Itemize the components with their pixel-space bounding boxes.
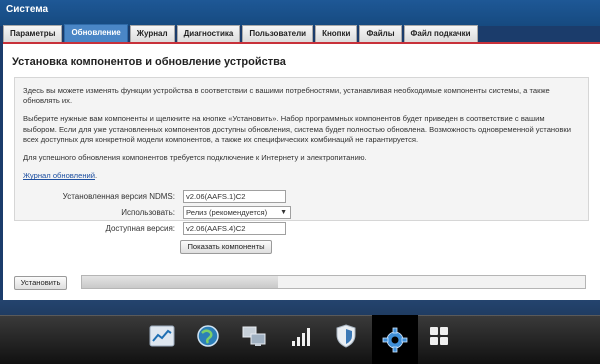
install-progress-bar — [81, 275, 586, 289]
gear-icon — [382, 327, 408, 352]
tab-bar: Параметры Обновление Журнал Диагностика … — [3, 24, 480, 42]
show-components-button[interactable]: Показать компоненты — [180, 240, 272, 254]
installed-version-field: v2.06(AAFS.1)C2 — [183, 190, 286, 203]
shield-icon — [336, 324, 356, 348]
tab-log[interactable]: Журнал — [129, 25, 175, 42]
dock-item-system[interactable] — [372, 315, 418, 364]
bottom-dock — [0, 300, 600, 364]
install-button[interactable]: Установить — [14, 276, 67, 290]
dock-item-apps[interactable] — [425, 322, 453, 350]
info-paragraph: Выберите нужные вам компоненты и щелкнит… — [23, 114, 571, 144]
available-version-label: Доступная версия: — [105, 224, 175, 233]
dock-item-status[interactable] — [148, 322, 176, 350]
globe-icon — [197, 325, 219, 347]
tab-parameters[interactable]: Параметры — [3, 25, 63, 42]
page-title: Установка компонентов и обновление устро… — [12, 56, 286, 68]
use-row: Использовать: Релиз (рекомендуется) ▼ — [3, 206, 303, 219]
network-icon — [242, 326, 266, 346]
installed-version-label: Установленная версия NDMS: — [62, 192, 175, 201]
chevron-down-icon: ▼ — [280, 209, 287, 216]
dock-item-wifi[interactable] — [288, 322, 316, 350]
tab-diagnostics[interactable]: Диагностика — [176, 25, 241, 42]
release-select-value: Релиз (рекомендуется) — [186, 208, 268, 217]
info-paragraph: Для успешного обновления компонентов тре… — [23, 153, 367, 163]
dock-item-internet[interactable] — [194, 322, 222, 350]
installed-version-row: Установленная версия NDMS: v2.06(AAFS.1)… — [3, 190, 303, 203]
install-progress-fill — [82, 276, 279, 288]
use-label: Использовать: — [121, 208, 175, 217]
signal-icon — [292, 328, 310, 346]
dock-item-security[interactable] — [332, 322, 360, 350]
available-version-field: v2.06(AAFS.4)C2 — [183, 222, 286, 235]
tab-swap-file[interactable]: Файл подкачки — [403, 25, 478, 42]
update-log-link[interactable]: Журнал обновлений — [23, 171, 95, 180]
main-panel: Установка компонентов и обновление устро… — [3, 42, 600, 300]
tab-buttons[interactable]: Кнопки — [315, 25, 358, 42]
title-bar: Система — [0, 0, 600, 26]
info-paragraph: Здесь вы можете изменять функции устройс… — [23, 86, 550, 106]
release-select[interactable]: Релиз (рекомендуется) ▼ — [183, 206, 291, 219]
dock-item-home-network[interactable] — [240, 322, 268, 350]
app-title: Система — [6, 4, 49, 15]
chart-icon — [149, 325, 175, 347]
tab-users[interactable]: Пользователи — [242, 25, 314, 42]
available-version-row: Доступная версия: v2.06(AAFS.4)C2 — [3, 222, 303, 235]
link-suffix: . — [95, 171, 98, 181]
info-link-row: Журнал обновлений. — [23, 171, 580, 181]
tab-files[interactable]: Файлы — [359, 25, 402, 42]
tab-update[interactable]: Обновление — [64, 24, 128, 42]
apps-grid-icon — [430, 327, 448, 345]
